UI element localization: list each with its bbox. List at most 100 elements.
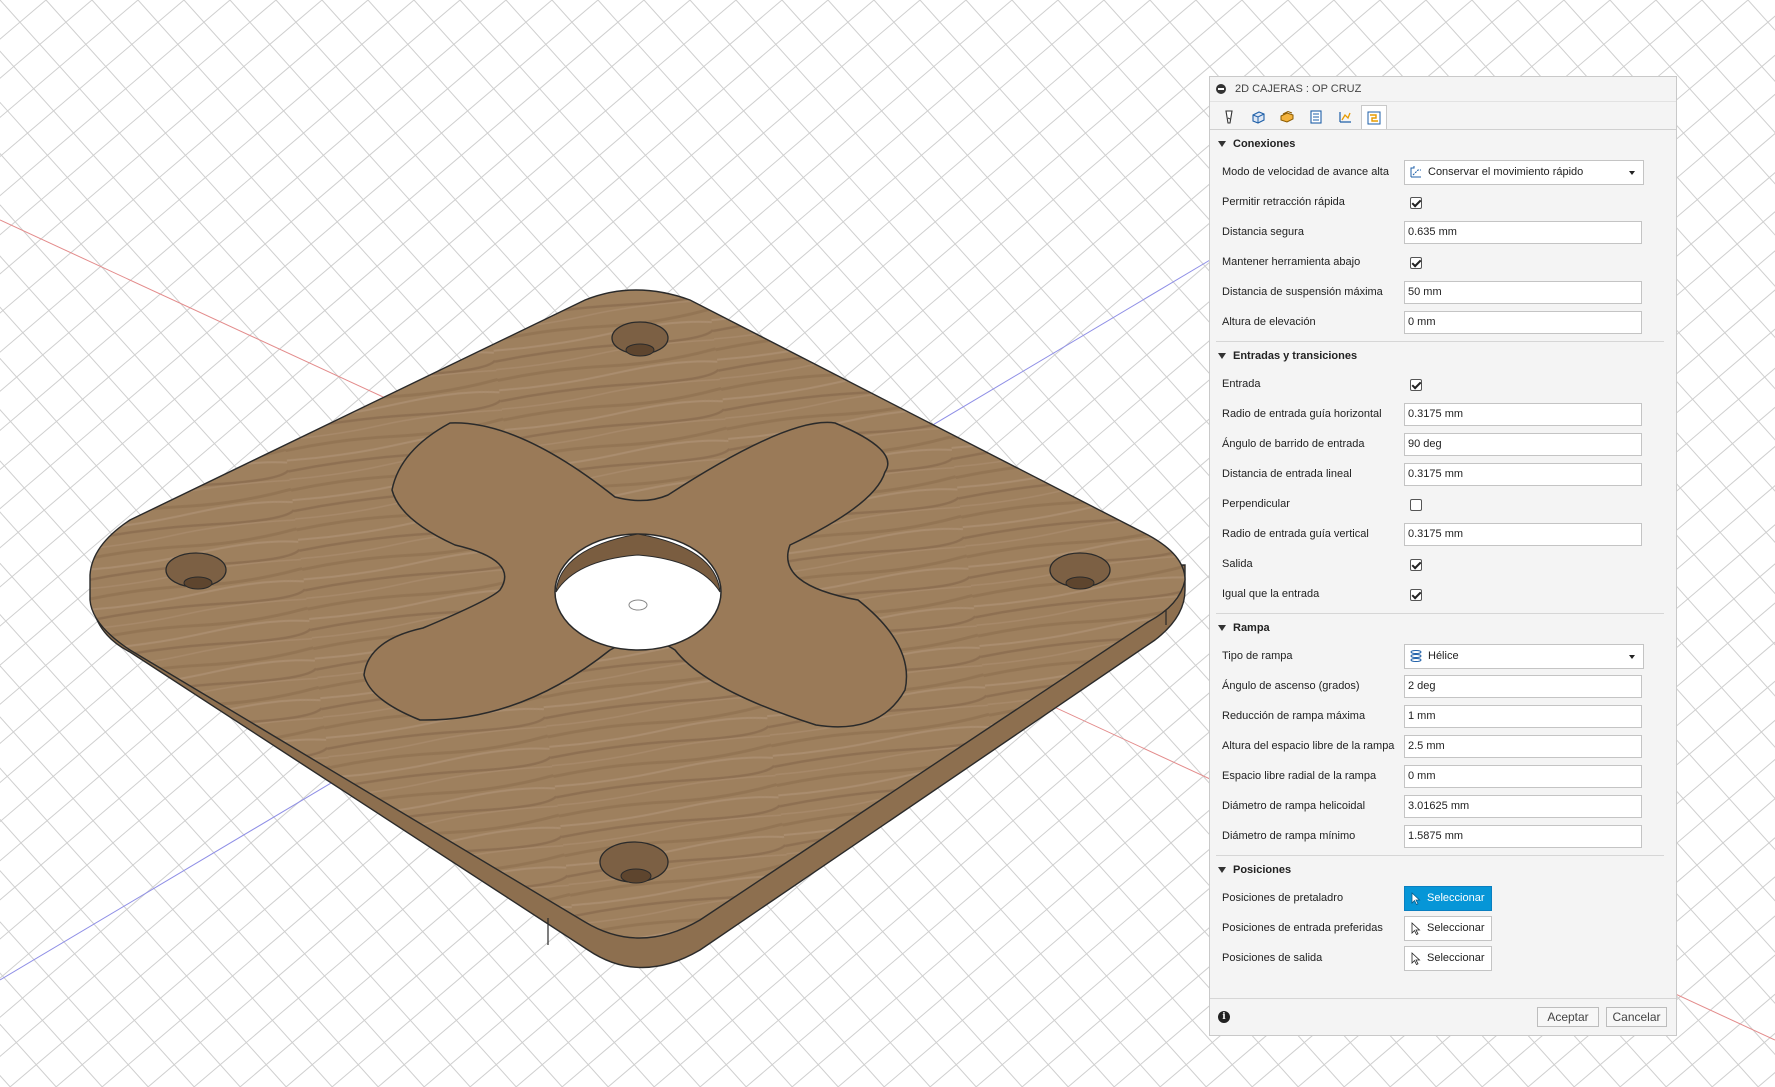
grid-line	[0, 0, 93, 79]
field-label: Radio de entrada guía vertical	[1222, 528, 1369, 540]
high-feedrate-mode-select[interactable]: Conservar el movimiento rápido	[1404, 159, 1644, 185]
section-posiciones-header[interactable]: Posiciones	[1210, 856, 1676, 883]
row-reduccion-rampa: Reducción de rampa máxima 1 mm	[1210, 701, 1676, 731]
collapse-triangle-icon	[1218, 352, 1226, 359]
exit-positions-select-button[interactable]: Seleccionar	[1404, 945, 1493, 971]
field-label: Posiciones de pretaladro	[1222, 892, 1344, 904]
field-label: Permitir retracción rápida	[1222, 196, 1345, 208]
screw-hole-bottom	[599, 841, 669, 884]
lift-height-input[interactable]: 0 mm	[1404, 310, 1642, 334]
section-entradas-header[interactable]: Entradas y transiciones	[1210, 342, 1676, 369]
tab-linking[interactable]	[1332, 105, 1358, 129]
cursor-icon	[1411, 951, 1421, 965]
lead-out-checkbox[interactable]	[1410, 559, 1422, 571]
field-label: Altura de elevación	[1222, 316, 1316, 328]
section-conexiones-header[interactable]: Conexiones	[1210, 130, 1676, 157]
ramp-type-select[interactable]: Hélice	[1404, 643, 1644, 669]
ok-button[interactable]: Aceptar	[1537, 1007, 1599, 1027]
connections-icon	[1367, 111, 1381, 124]
tab-passes[interactable]	[1303, 105, 1329, 129]
section-title: Entradas y transiciones	[1233, 349, 1358, 362]
select-value: Hélice	[1428, 650, 1459, 662]
panel-tabs	[1210, 102, 1676, 130]
field-label: Distancia de suspensión máxima	[1222, 286, 1383, 298]
panel-titlebar: 2D CAJERAS : OP CRUZ	[1210, 77, 1676, 102]
field-label: Espacio libre radial de la rampa	[1222, 770, 1377, 782]
row-radio-vertical: Radio de entrada guía vertical 0.3175 mm	[1210, 519, 1676, 549]
field-label: Distancia segura	[1222, 226, 1304, 238]
heights-icon	[1280, 110, 1294, 123]
field-label: Perpendicular	[1222, 498, 1290, 510]
field-label: Modo de velocidad de avance alta	[1222, 166, 1389, 178]
section-title: Rampa	[1233, 621, 1270, 634]
panel-footer: i Aceptar Cancelar	[1210, 998, 1676, 1035]
same-as-lead-in-checkbox[interactable]	[1410, 589, 1422, 601]
helix-icon	[1410, 650, 1422, 662]
geometry-icon	[1252, 111, 1265, 124]
field-label: Salida	[1222, 558, 1253, 570]
rapid-move-icon	[1410, 166, 1421, 178]
lead-in-checkbox[interactable]	[1410, 379, 1422, 391]
select-button-label: Seleccionar	[1427, 892, 1485, 904]
tab-connections[interactable]	[1361, 105, 1387, 129]
row-modo-velocidad: Modo de velocidad de avance alta Conserv…	[1210, 157, 1676, 187]
grid-line	[1701, 0, 1775, 83]
pocket-2d-operation-panel: 2D CAJERAS : OP CRUZ Conexiones Modo de …	[1209, 76, 1677, 1036]
field-label: Ángulo de ascenso (grados)	[1222, 680, 1360, 692]
cursor-icon	[1411, 891, 1421, 905]
row-radio-horizontal: Radio de entrada guía horizontal 0.3175 …	[1210, 399, 1676, 429]
field-label: Mantener herramienta abajo	[1222, 256, 1361, 268]
predrill-positions-select-button[interactable]: Seleccionar	[1404, 885, 1493, 911]
wood-plate[interactable]	[89, 289, 1186, 969]
field-label: Tipo de rampa	[1222, 650, 1293, 662]
keep-tool-down-checkbox[interactable]	[1410, 257, 1422, 269]
info-icon[interactable]: i	[1218, 1011, 1230, 1023]
linear-lead-in-distance-input[interactable]: 0.3175 mm	[1404, 462, 1642, 486]
tab-tool[interactable]	[1216, 105, 1242, 129]
max-ramp-stepdown-input[interactable]: 1 mm	[1404, 704, 1642, 728]
field-label: Radio de entrada guía horizontal	[1222, 408, 1382, 420]
ramp-radial-clearance-input[interactable]: 0 mm	[1404, 764, 1642, 788]
perpendicular-checkbox[interactable]	[1410, 499, 1422, 511]
max-stay-down-distance-input[interactable]: 50 mm	[1404, 280, 1642, 304]
field-label: Altura del espacio libre de la rampa	[1222, 740, 1395, 752]
tab-geometry[interactable]	[1245, 105, 1271, 129]
row-entrada-preferidas: Posiciones de entrada preferidas Selecci…	[1210, 913, 1676, 943]
section-rampa-header[interactable]: Rampa	[1210, 614, 1676, 641]
section-title: Posiciones	[1233, 863, 1292, 876]
chevron-down-icon	[1629, 654, 1635, 659]
field-label: Reducción de rampa máxima	[1222, 710, 1366, 722]
row-altura-espacio-libre: Altura del espacio libre de la rampa 2.5…	[1210, 731, 1676, 761]
row-espacio-radial: Espacio libre radial de la rampa 0 mm	[1210, 761, 1676, 791]
field-label: Entrada	[1222, 378, 1261, 390]
cursor-icon	[1411, 921, 1421, 935]
vertical-lead-in-radius-input[interactable]: 0.3175 mm	[1404, 522, 1642, 546]
passes-icon	[1310, 110, 1322, 124]
collapse-icon[interactable]	[1216, 84, 1226, 94]
grid-line	[0, 0, 47, 40]
row-pretaladro: Posiciones de pretaladro Seleccionar	[1210, 883, 1676, 913]
row-distancia-lineal: Distancia de entrada lineal 0.3175 mm	[1210, 459, 1676, 489]
tool-icon	[1225, 110, 1233, 124]
preferred-entry-positions-select-button[interactable]: Seleccionar	[1404, 915, 1493, 941]
collapse-triangle-icon	[1218, 624, 1226, 631]
select-button-label: Seleccionar	[1427, 952, 1485, 964]
ramp-clearance-height-input[interactable]: 2.5 mm	[1404, 734, 1642, 758]
row-distancia-suspension: Distancia de suspensión máxima 50 mm	[1210, 277, 1676, 307]
row-diametro-helicoidal: Diámetro de rampa helicoidal 3.01625 mm	[1210, 791, 1676, 821]
field-label: Diámetro de rampa helicoidal	[1222, 800, 1366, 812]
lead-in-sweep-angle-input[interactable]: 90 deg	[1404, 432, 1642, 456]
ramp-angle-input[interactable]: 2 deg	[1404, 674, 1642, 698]
tab-heights[interactable]	[1274, 105, 1300, 129]
grid-line	[1757, 1071, 1775, 1087]
horizontal-lead-in-radius-input[interactable]: 0.3175 mm	[1404, 402, 1642, 426]
panel-title: 2D CAJERAS : OP CRUZ	[1235, 83, 1362, 95]
helical-ramp-diameter-input[interactable]: 3.01625 mm	[1404, 794, 1642, 818]
section-title: Conexiones	[1233, 137, 1296, 150]
min-ramp-diameter-input[interactable]: 1.5875 mm	[1404, 824, 1642, 848]
safe-distance-input[interactable]: 0.635 mm	[1404, 220, 1642, 244]
row-salida: Salida	[1210, 549, 1676, 579]
cancel-button[interactable]: Cancelar	[1606, 1007, 1667, 1027]
allow-rapid-retract-checkbox[interactable]	[1410, 197, 1422, 209]
field-label: Ángulo de barrido de entrada	[1222, 438, 1365, 450]
